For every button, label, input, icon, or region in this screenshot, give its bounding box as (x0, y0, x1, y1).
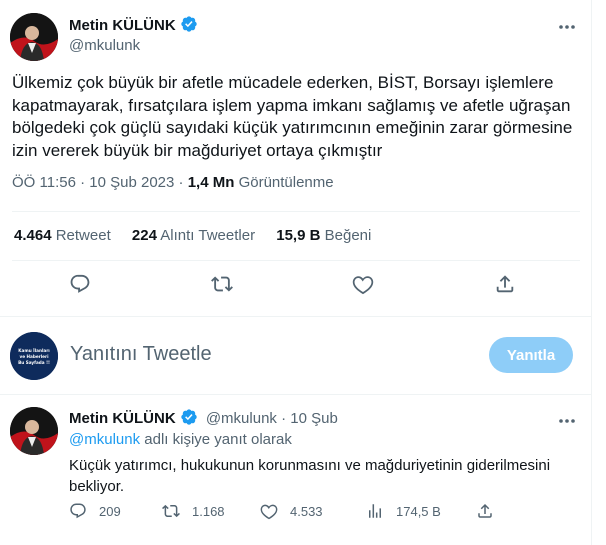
reply-composer: Kamu İlanları ve Haberleri Bu Sayfada !!… (0, 322, 592, 392)
tweet-text: Ülkemiz çok büyük bir afetle mücadele ed… (12, 73, 573, 160)
meta-separator: · (178, 174, 184, 191)
retweet-icon (211, 273, 233, 300)
tweet-time[interactable]: ÖÖ 11:56 (12, 174, 76, 191)
share-icon (494, 273, 516, 300)
reply-author-avatar[interactable] (10, 407, 58, 455)
meta-separator: · (281, 410, 287, 427)
tweet-stats: 4.464 Retweet 224 Alıntı Tweetler 15,9 B… (14, 227, 388, 244)
divider (0, 316, 592, 317)
reply-date[interactable]: 10 Şub (290, 410, 338, 427)
reply-icon (70, 503, 86, 519)
reply-input[interactable]: Yanıtını Tweetle (70, 343, 212, 366)
reply-icon (69, 273, 91, 300)
retweet-label: Retweet (55, 227, 111, 244)
divider (0, 394, 592, 395)
user-avatar[interactable]: Kamu İlanları ve Haberleri Bu Sayfada !! (10, 332, 58, 380)
verified-badge-icon (180, 15, 198, 38)
svg-text:Bu Sayfada !!: Bu Sayfada !! (18, 360, 50, 365)
like-label: Beğeni (324, 227, 372, 244)
svg-text:Kamu İlanları: Kamu İlanları (18, 348, 50, 353)
reply-views-button[interactable]: 174,5 B (366, 502, 441, 520)
author-name[interactable]: Metin KÜLÜNK (69, 17, 176, 34)
reply-author-name[interactable]: Metin KÜLÜNK (69, 410, 176, 427)
retweet-count: 4.464 (14, 227, 52, 244)
reply-text: Küçük yatırımcı, hukukunun korunmasını v… (69, 457, 551, 495)
reply-like-button[interactable]: 4.533 (260, 502, 323, 520)
svg-text:ve Haberleri: ve Haberleri (19, 354, 49, 359)
reply-count: 209 (99, 503, 121, 519)
reply-submit-button[interactable]: Yanıtla (489, 337, 573, 373)
like-icon (352, 273, 374, 300)
reply-reply-button[interactable]: 209 (69, 502, 121, 520)
quote-count: 224 (131, 227, 157, 244)
replying-to-suffix: adlı kişiye yanıt olarak (144, 431, 292, 448)
reply-retweet-button[interactable]: 1.168 (162, 502, 225, 520)
divider (12, 260, 580, 261)
tweet-detail-panel: Metin KÜLÜNK @mkulunk Ülkemiz çok büyük … (0, 0, 592, 545)
more-options-icon[interactable] (556, 16, 578, 38)
meta-separator: · (80, 174, 86, 191)
like-count: 15,9 B (276, 227, 321, 244)
share-icon (478, 503, 492, 518)
author-name-row[interactable]: Metin KÜLÜNK (69, 15, 198, 38)
author-avatar[interactable] (10, 13, 58, 61)
retweet-icon (162, 504, 180, 518)
retweet-stat[interactable]: 4.464 Retweet (14, 227, 111, 244)
quote-stat[interactable]: 224 Alıntı Tweetler (132, 227, 255, 244)
reply-header: Metin KÜLÜNK @mkulunk · 10 Şub (69, 408, 338, 430)
verified-badge-icon (180, 408, 198, 430)
views-icon (369, 504, 381, 518)
like-stat[interactable]: 15,9 B Beğeni (276, 227, 371, 244)
like-icon (260, 504, 278, 520)
tweet-date[interactable]: 10 Şub 2023 (89, 174, 174, 191)
share-button[interactable] (488, 269, 522, 303)
tweet-meta: ÖÖ 11:56 · 10 Şub 2023 · 1,4 Mn Görüntül… (12, 174, 334, 191)
view-count-label: Görüntülenme (238, 174, 334, 191)
reply-button[interactable] (63, 269, 97, 303)
retweet-button[interactable] (205, 269, 239, 303)
reply-author-handle[interactable]: @mkulunk (206, 410, 277, 427)
like-count: 4.533 (290, 503, 323, 519)
view-count: 174,5 B (396, 503, 441, 519)
replying-to-handle[interactable]: @mkulunk (69, 431, 140, 448)
like-button[interactable] (346, 269, 380, 303)
author-handle[interactable]: @mkulunk (69, 37, 140, 54)
retweet-count: 1.168 (192, 503, 225, 519)
replying-to: @mkulunk adlı kişiye yanıt olarak (69, 431, 292, 448)
reply-share-button[interactable] (476, 502, 506, 520)
view-count: 1,4 Mn (187, 174, 235, 191)
quote-label: Alıntı Tweetler (160, 227, 256, 244)
divider (12, 211, 580, 212)
more-options-icon[interactable] (556, 410, 578, 432)
